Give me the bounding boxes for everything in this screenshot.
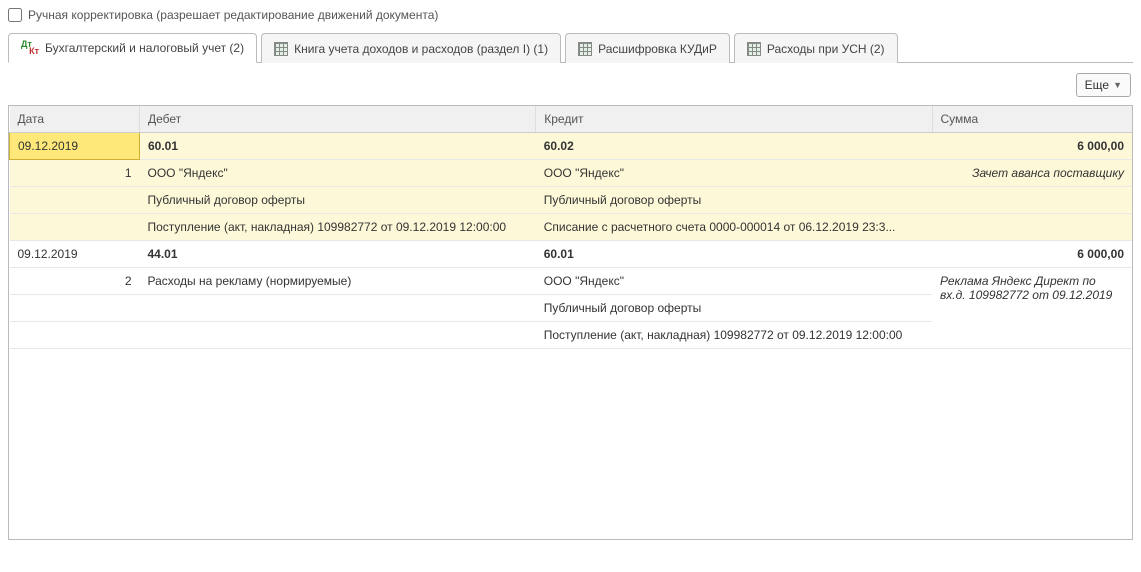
cell-debit-line: Расходы на рекламу (нормируемые)	[140, 268, 536, 295]
table-row[interactable]: 1 ООО "Яндекс" ООО "Яндекс" Зачет аванса…	[10, 160, 1133, 187]
toolbar: Еще ▼	[8, 63, 1133, 105]
cell-empty	[10, 214, 140, 241]
cell-credit-acct: 60.02	[536, 133, 932, 160]
entries-grid: Дата Дебет Кредит Сумма 09.12.2019 60.01…	[8, 105, 1133, 540]
grid-icon	[578, 42, 592, 56]
cell-date: 09.12.2019	[10, 241, 140, 268]
cell-credit-line: ООО "Яндекс"	[536, 268, 932, 295]
cell-credit-line: Списание с расчетного счета 0000-000014 …	[536, 214, 932, 241]
tab-label: Расшифровка КУДиР	[598, 42, 717, 56]
tab-label: Бухгалтерский и налоговый учет (2)	[45, 41, 244, 55]
manual-correction-label: Ручная корректировка (разрешает редактир…	[28, 8, 438, 22]
header-row: Дата Дебет Кредит Сумма	[10, 106, 1133, 133]
cell-empty	[932, 214, 1132, 241]
tabs: ДтКт Бухгалтерский и налоговый учет (2) …	[8, 32, 1133, 63]
tab-accounting[interactable]: ДтКт Бухгалтерский и налоговый учет (2)	[8, 33, 257, 63]
cell-num: 2	[10, 268, 140, 295]
cell-credit-line: ООО "Яндекс"	[536, 160, 932, 187]
cell-empty	[140, 295, 536, 322]
col-sum[interactable]: Сумма	[932, 106, 1132, 133]
col-date[interactable]: Дата	[10, 106, 140, 133]
cell-credit-line: Публичный договор оферты	[536, 187, 932, 214]
manual-correction-checkbox[interactable]	[8, 8, 22, 22]
cell-empty	[932, 187, 1132, 214]
more-label: Еще	[1085, 78, 1109, 92]
book-icon	[274, 42, 288, 56]
table-row[interactable]: Публичный договор оферты Публичный догов…	[10, 187, 1133, 214]
tab-label: Расходы при УСН (2)	[767, 42, 885, 56]
dtkt-icon: ДтКт	[21, 40, 39, 56]
cell-empty	[10, 322, 140, 349]
tab-label: Книга учета доходов и расходов (раздел I…	[294, 42, 548, 56]
cell-debit-line: Публичный договор оферты	[140, 187, 536, 214]
table-row[interactable]: 09.12.2019 44.01 60.01 6 000,00	[10, 241, 1133, 268]
cell-sum: 6 000,00	[932, 241, 1132, 268]
table-row[interactable]: Поступление (акт, накладная) 109982772 о…	[10, 214, 1133, 241]
tab-usn-expenses[interactable]: Расходы при УСН (2)	[734, 33, 898, 63]
cell-date: 09.12.2019	[10, 133, 140, 160]
cell-empty	[140, 322, 536, 349]
col-debit[interactable]: Дебет	[140, 106, 536, 133]
cell-empty	[10, 187, 140, 214]
tab-kudir-detail[interactable]: Расшифровка КУДиР	[565, 33, 730, 63]
cell-credit-line: Поступление (акт, накладная) 109982772 о…	[536, 322, 932, 349]
cell-sum: 6 000,00	[932, 133, 1132, 160]
more-button[interactable]: Еще ▼	[1076, 73, 1131, 97]
cell-debit-acct: 44.01	[140, 241, 536, 268]
cell-num: 1	[10, 160, 140, 187]
table-row[interactable]: 2 Расходы на рекламу (нормируемые) ООО "…	[10, 268, 1133, 295]
cell-credit-acct: 60.01	[536, 241, 932, 268]
cell-debit-line: Поступление (акт, накладная) 109982772 о…	[140, 214, 536, 241]
cell-desc: Зачет аванса поставщику	[932, 160, 1132, 187]
table-row[interactable]: 09.12.2019 60.01 60.02 6 000,00	[10, 133, 1133, 160]
cell-debit-line: ООО "Яндекс"	[140, 160, 536, 187]
cell-empty	[10, 295, 140, 322]
cell-debit-acct: 60.01	[140, 133, 536, 160]
cell-desc: Реклама Яндекс Директ по вх.д. 109982772…	[932, 268, 1132, 349]
chevron-down-icon: ▼	[1113, 80, 1122, 90]
book-icon	[747, 42, 761, 56]
cell-credit-line: Публичный договор оферты	[536, 295, 932, 322]
manual-correction-row: Ручная корректировка (разрешает редактир…	[8, 8, 1133, 22]
spacer-row	[10, 349, 1133, 539]
col-credit[interactable]: Кредит	[536, 106, 932, 133]
tab-income-book[interactable]: Книга учета доходов и расходов (раздел I…	[261, 33, 561, 63]
